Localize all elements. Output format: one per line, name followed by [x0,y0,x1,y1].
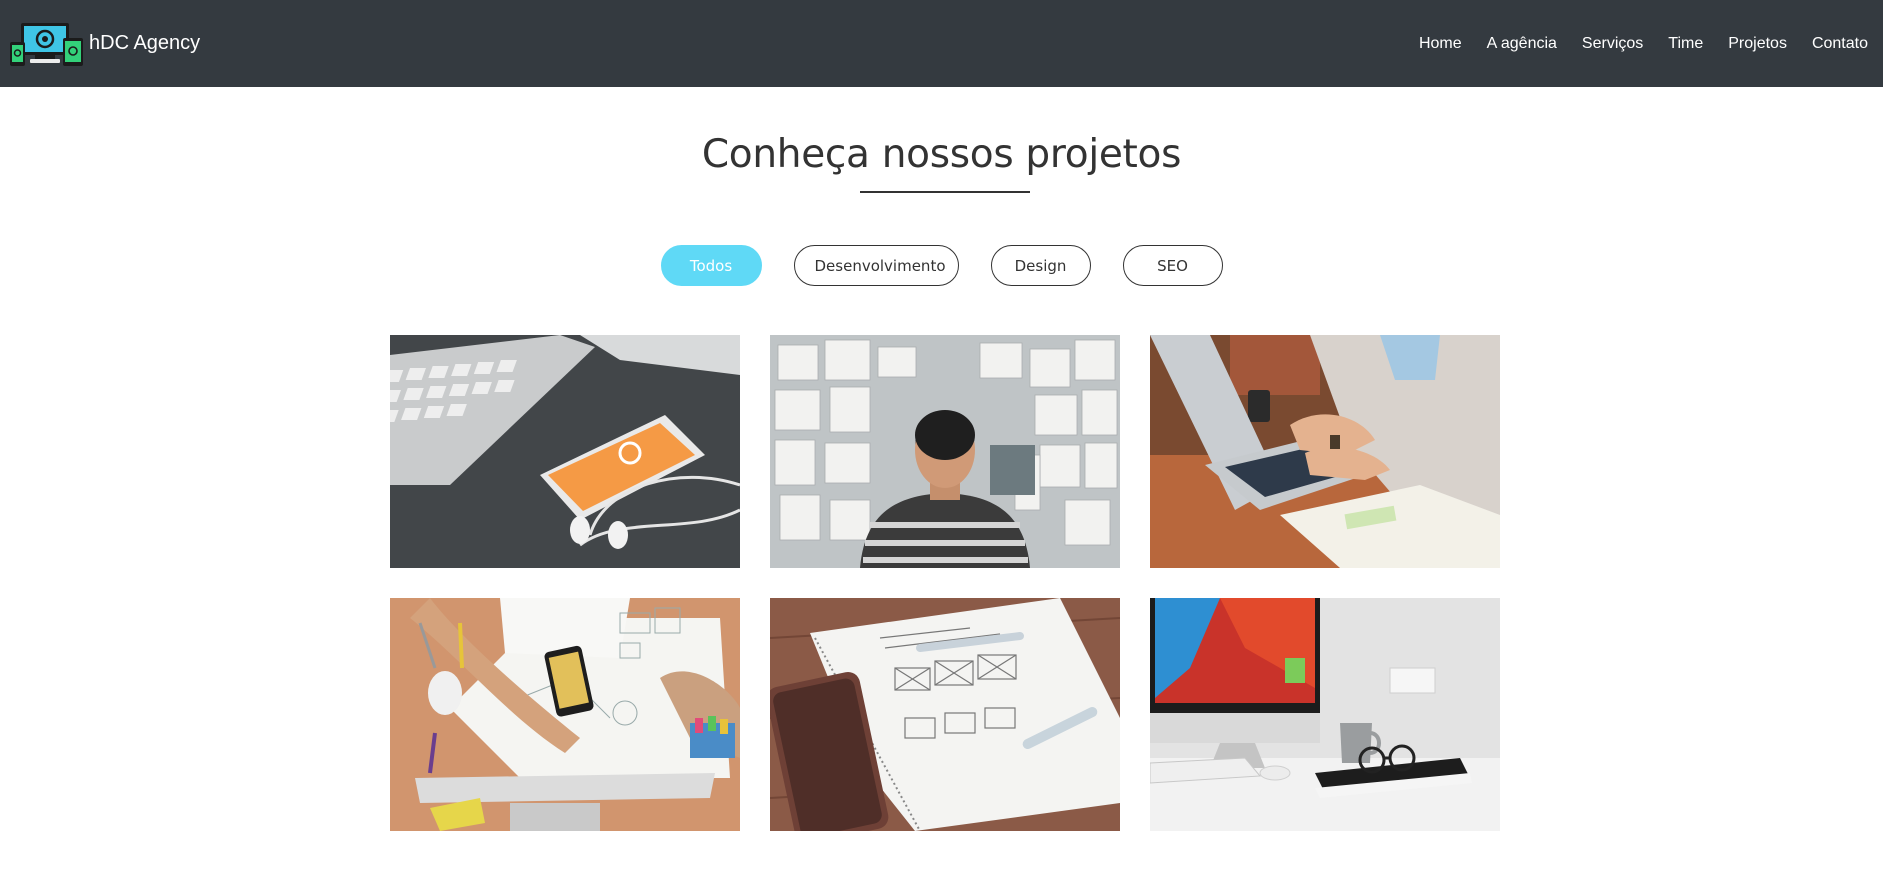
nav-link-a-agencia[interactable]: A agência [1487,34,1557,54]
project-card[interactable] [770,335,1120,568]
nav-link-time[interactable]: Time [1668,34,1703,54]
project-card[interactable] [770,598,1120,831]
title-underline [860,191,1030,193]
project-gallery [390,335,1500,831]
nav-link-projetos[interactable]: Projetos [1728,34,1787,54]
filter-todos-button[interactable]: Todos [660,245,762,286]
project-card[interactable] [1150,598,1500,831]
brand-link[interactable]: hDC Agency [8,20,200,68]
filter-buttons: Todos Desenvolvimento Design SEO [0,245,1883,286]
phone-keyboard-photo-icon [390,335,740,568]
nav-link-servicos[interactable]: Serviços [1582,34,1643,54]
brand-name: hDC Agency [89,32,201,54]
filter-desenvolvimento-button[interactable]: Desenvolvimento [793,245,959,286]
project-card[interactable] [390,598,740,831]
man-wall-sketches-photo-icon [770,335,1120,568]
project-card[interactable] [1150,335,1500,568]
woman-laptop-photo-icon [1150,335,1500,568]
devices-logo-icon [10,22,83,66]
filter-seo-button[interactable]: SEO [1122,245,1223,286]
hands-drawing-photo-icon [390,598,740,831]
nav-link-contato[interactable]: Contato [1812,34,1868,54]
project-card[interactable] [390,335,740,568]
section-title: Conheça nossos projetos [701,132,1182,177]
filter-design-button[interactable]: Design [990,245,1091,286]
nav-link-home[interactable]: Home [1419,34,1462,54]
navbar: hDC Agency Home A agência Serviços Time … [0,0,1883,87]
imac-desk-photo-icon [1150,598,1500,831]
notebook-wireframe-photo-icon [770,598,1120,831]
main-nav: Home A agência Serviços Time Projetos Co… [1394,34,1868,54]
